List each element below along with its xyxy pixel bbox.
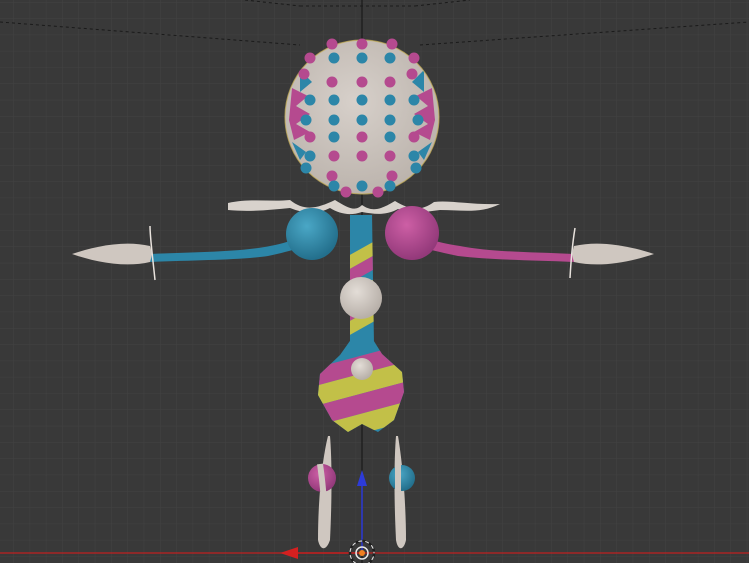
head-dot [356,150,368,162]
head-dot [384,76,396,88]
hip-joint[interactable] [351,358,373,380]
head-dot [340,186,352,198]
head-dot [412,114,424,126]
head-dot [326,38,338,50]
head-dot [328,131,340,143]
head-dot [356,131,368,143]
head-dot [356,52,368,64]
head-dot [328,94,340,106]
3d-viewport[interactable] [0,0,749,563]
head-dot [326,76,338,88]
head-dot [304,150,316,162]
head-dot [328,114,340,126]
head-dot [356,94,368,106]
head-dot [384,114,396,126]
head-dot [304,94,316,106]
head-dot [384,131,396,143]
head-dot [356,180,368,192]
head-dot [356,76,368,88]
head-dot [386,38,398,50]
left-shoulder-ball[interactable] [286,208,338,260]
head-dot [328,150,340,162]
head-dot [408,131,420,143]
head-dot [326,170,338,182]
viewport-canvas[interactable] [0,0,749,563]
head-dot [384,150,396,162]
head-dot [356,114,368,126]
head-dot [356,38,368,50]
head-dot [406,68,418,80]
head-dot [408,52,420,64]
head-dot [328,52,340,64]
object-origin [359,550,365,556]
head-dot [408,94,420,106]
chest-joint[interactable] [340,277,382,319]
head-dot [300,114,312,126]
head-dot [304,131,316,143]
head-dot [384,180,396,192]
head-dot [328,180,340,192]
head-dot [408,150,420,162]
head-dot [384,52,396,64]
head-dot [298,68,310,80]
right-shoulder-ball[interactable] [385,206,439,260]
head-dot [372,186,384,198]
head-dot [300,162,312,174]
head-dot [384,94,396,106]
head-dot [410,162,422,174]
head-dot [304,52,316,64]
head-dot [386,170,398,182]
